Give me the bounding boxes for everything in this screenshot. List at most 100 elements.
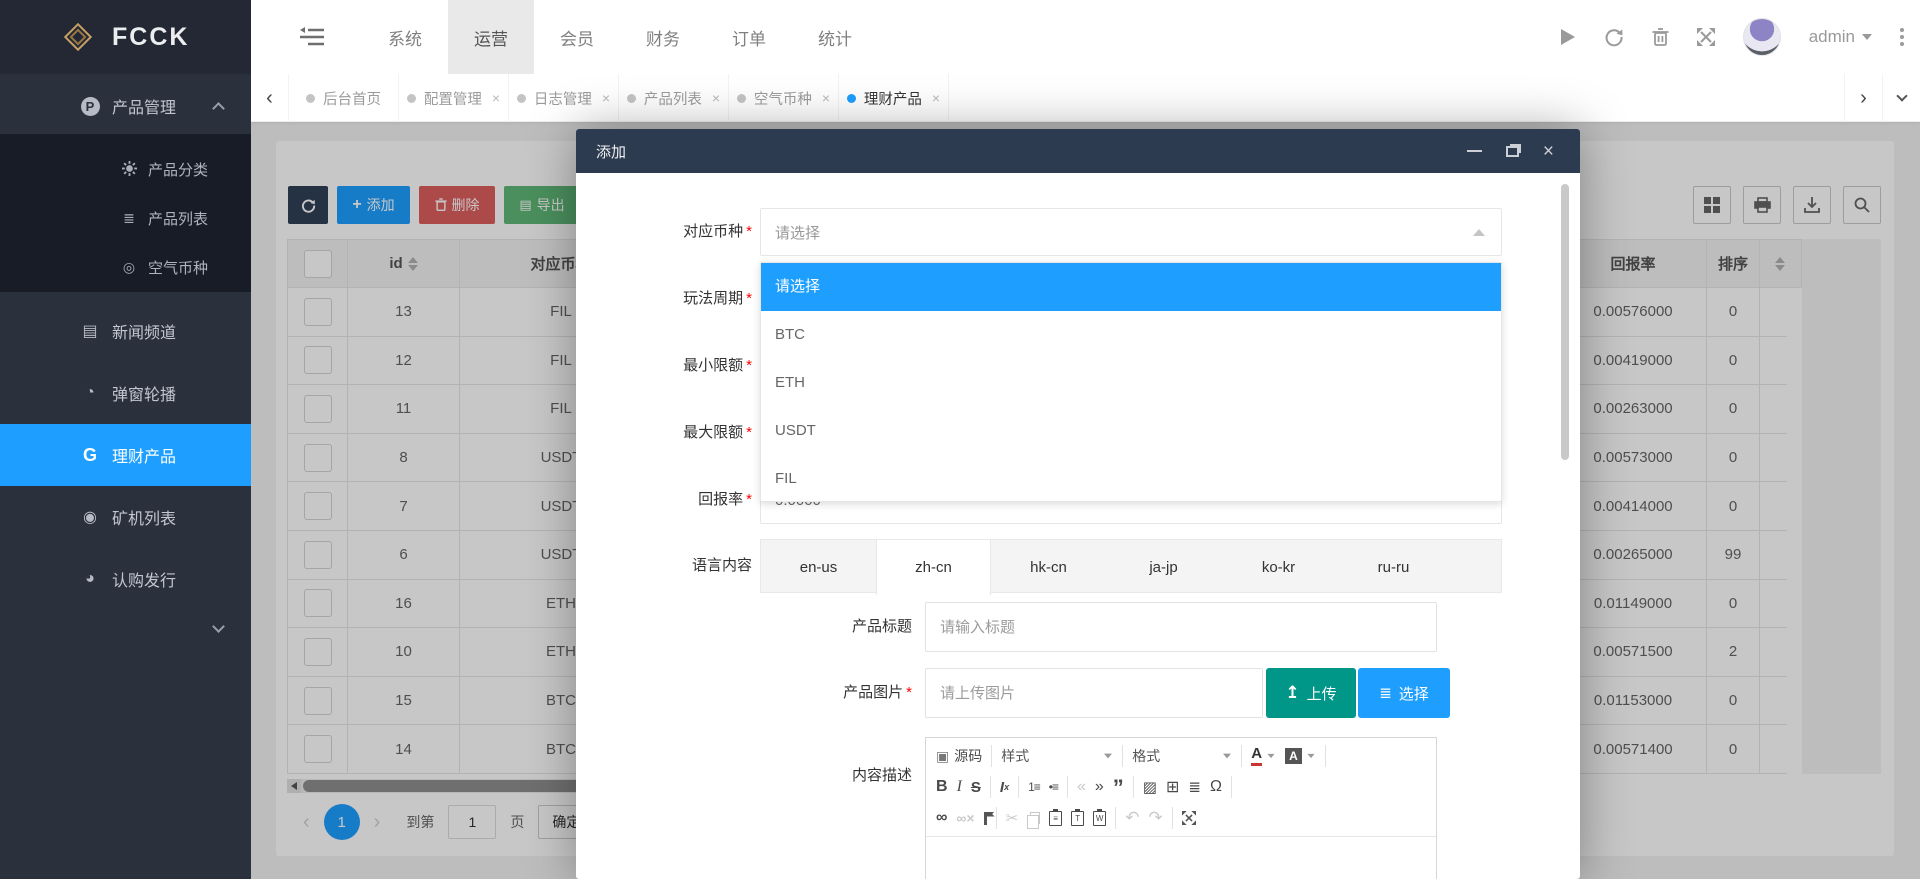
dialog-scrollbar-thumb[interactable] [1561,184,1569,460]
dropdown-option-placeholder[interactable]: 请选择 [761,263,1501,311]
close-icon[interactable]: × [1543,142,1554,161]
redo-button[interactable]: ↷ [1148,808,1162,828]
sidebar-item-finance-product[interactable]: G 理财产品 [0,424,251,486]
tab-close-icon[interactable]: × [602,90,610,106]
source-code-button[interactable]: ▣ 源码 [936,746,982,766]
sidebar-item-air-coin[interactable]: ◎ 空气币种 [0,243,251,292]
sidebar-item-product-list[interactable]: ≣ 产品列表 [0,194,251,243]
tab-config[interactable]: 配置管理 × [399,74,509,122]
wheel-icon: ◉ [78,507,102,527]
minimize-icon[interactable] [1467,150,1482,152]
cut-button[interactable]: ✂ [1006,809,1019,827]
currency-select[interactable]: 请选择 [760,208,1502,256]
bold-button[interactable]: B [936,778,948,796]
anchor-button[interactable] [984,812,987,825]
tab-air-coin[interactable]: 空气币种 × [729,74,839,122]
blockquote-button[interactable]: ” [1113,782,1124,793]
play-icon[interactable] [1560,28,1576,46]
lang-tab-zh-cn[interactable]: zh-cn [876,540,991,595]
tab-close-icon[interactable]: × [932,90,940,106]
format-select[interactable]: 格式 [1132,746,1232,766]
tabs-menu-button[interactable] [1882,74,1920,122]
tabs-scroll-right-button[interactable]: › [1844,74,1882,122]
bullet-list-button[interactable]: •≡ [1049,780,1058,794]
list-icon: ≣ [118,210,140,227]
tab-finance-product[interactable]: 理财产品 × [839,74,949,122]
choose-button[interactable]: ≣ 选择 [1358,668,1450,718]
fullscreen-icon[interactable] [1697,28,1715,46]
top-navbar: 系统 运营 会员 财务 订单 统计 admin [251,0,1920,74]
top-menu-member[interactable]: 会员 [534,0,620,74]
unlink-button[interactable]: ∞× [956,810,974,826]
remove-format-button[interactable]: Ix [1000,779,1009,796]
sidebar-item-popup-carousel[interactable]: ◔ 弹窗轮播 [0,362,251,424]
product-title-input[interactable] [925,602,1437,652]
upload-button[interactable]: ↥ 上传 [1266,668,1356,718]
text-color-button[interactable]: A [1251,746,1276,766]
dropdown-option-eth[interactable]: ETH [761,359,1501,407]
tab-product-list[interactable]: 产品列表 × [619,74,729,122]
top-menu-operation[interactable]: 运营 [448,0,534,74]
indent-button[interactable]: » [1095,778,1104,796]
tabs-scroll-left-button[interactable]: ‹ [251,74,289,122]
document-icon: ▣ [936,748,949,765]
sidebar-collapse-icon[interactable] [300,27,324,52]
lang-tab-ko-kr[interactable]: ko-kr [1221,540,1336,594]
undo-button[interactable]: ↶ [1125,808,1139,828]
strikethrough-button[interactable]: S [971,779,981,796]
user-menu[interactable]: admin [1809,27,1872,47]
brand-logo[interactable]: FCCK [0,0,251,74]
dropdown-option-fil[interactable]: FIL [761,455,1501,503]
lang-tab-ru-ru[interactable]: ru-ru [1336,540,1451,594]
style-select[interactable]: 样式 [1001,746,1113,766]
top-menu-system[interactable]: 系统 [362,0,448,74]
top-menu-stats[interactable]: 统计 [792,0,878,74]
tab-home[interactable]: 后台首页 [289,74,399,122]
required-asterisk: * [746,424,752,441]
insert-image-button[interactable]: ▨ [1143,778,1157,796]
link-button[interactable]: ∞ [936,809,947,827]
sidebar-item-miner-list[interactable]: ◉ 矿机列表 [0,486,251,548]
more-menu-icon[interactable] [1900,28,1904,46]
coin-spiral-icon: ◎ [118,259,140,276]
ordered-list-button[interactable]: 1≡ [1028,780,1040,794]
maximize-icon[interactable] [1506,146,1519,157]
paste-button[interactable]: ≡ [1049,811,1062,826]
editor-maximize-button[interactable] [1182,811,1196,825]
tab-close-icon[interactable]: × [712,90,720,106]
tab-close-icon[interactable]: × [822,90,830,106]
tab-logs[interactable]: 日志管理 × [509,74,619,122]
outdent-button[interactable]: « [1077,778,1086,796]
paste-text-button[interactable]: T [1071,811,1084,826]
insert-table-button[interactable]: ⊞ [1166,777,1179,797]
special-char-button[interactable]: Ω [1210,778,1222,796]
sidebar-item-product-category[interactable]: 产品分类 [0,145,251,194]
trash-icon[interactable] [1652,28,1669,47]
copy-button[interactable] [1027,812,1040,824]
horizontal-rule-button[interactable]: ≣ [1188,778,1201,796]
tab-dot [306,94,315,103]
italic-button[interactable]: I [957,778,962,796]
dialog-titlebar[interactable]: 添加 × [576,129,1580,173]
user-avatar[interactable] [1743,18,1781,56]
chevron-down-icon [212,620,225,633]
top-menu-order[interactable]: 订单 [706,0,792,74]
lang-tab-hk-cn[interactable]: hk-cn [991,540,1106,594]
lang-tab-ja-jp[interactable]: ja-jp [1106,540,1221,594]
editor-content-area[interactable] [926,837,1436,879]
product-image-input[interactable] [925,668,1263,718]
sidebar-group-product-mgmt[interactable]: P 产品管理 [0,78,251,134]
dropdown-option-btc[interactable]: BTC [761,311,1501,359]
bg-color-button[interactable]: A [1285,748,1316,764]
editor-toolbar-row-2: B I S Ix 1≡ •≡ « » ” ▨ ⊞ [926,774,1436,805]
paste-word-button[interactable]: W [1093,811,1106,826]
sidebar-item-subscription-issue[interactable]: ◕ 认购发行 [0,548,251,610]
refresh-icon[interactable] [1604,27,1624,47]
dropdown-option-usdt[interactable]: USDT [761,407,1501,455]
diamond-logo-icon [60,19,96,55]
sidebar-item-news-channel[interactable]: ▤ 新闻频道 [0,300,251,362]
tabs-right-controls: › [1844,74,1920,122]
top-menu-finance[interactable]: 财务 [620,0,706,74]
lang-tab-en-us[interactable]: en-us [761,540,876,594]
tab-close-icon[interactable]: × [492,90,500,106]
